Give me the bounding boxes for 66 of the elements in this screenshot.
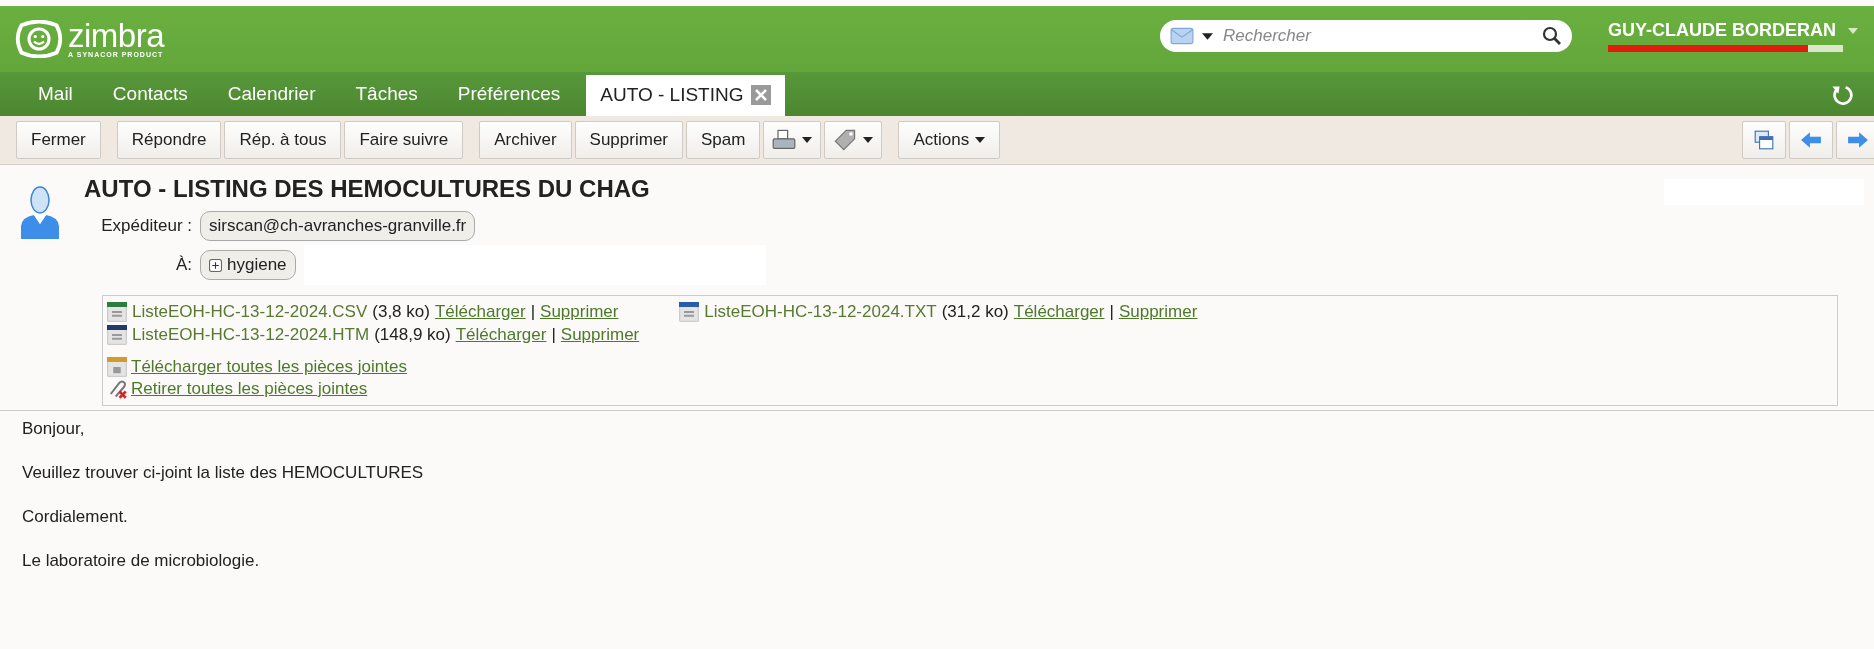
message-subject: AUTO - LISTING DES HEMOCULTURES DU CHAG <box>84 175 651 203</box>
envelope-icon <box>1170 27 1194 45</box>
new-window-button[interactable] <box>1742 121 1786 159</box>
app-tab[interactable]: Tâches <box>335 83 438 116</box>
toolbar-button[interactable]: Rép. à tous <box>224 121 342 159</box>
file-size: (148,9 ko) <box>374 325 451 345</box>
previous-button[interactable] <box>1789 121 1833 159</box>
separator: | <box>551 325 556 345</box>
field-label: Expéditeur : <box>100 216 192 236</box>
zip-icon <box>107 357 127 377</box>
attachment-name[interactable]: ListeEOH-HC-13-12-2024.TXT <box>704 302 937 322</box>
body-paragraph: Le laboratoire de microbiologie. <box>22 551 261 571</box>
caret-icon[interactable] <box>1202 32 1213 40</box>
body-paragraph: Bonjour, <box>22 419 86 439</box>
search-bar[interactable]: Rechercher <box>1160 20 1572 52</box>
app-tab[interactable]: AUTO - LISTING <box>586 75 786 116</box>
download-link[interactable]: Télécharger <box>434 302 526 322</box>
toolbar-button[interactable]: Fermer <box>16 121 101 159</box>
user-name[interactable]: GUY-CLAUDE BORDERAN <box>1608 20 1836 41</box>
remove-link[interactable]: Supprimer <box>1118 302 1198 322</box>
next-button[interactable] <box>1836 121 1874 159</box>
separator: | <box>1109 302 1114 322</box>
close-icon[interactable] <box>751 85 772 105</box>
caret-icon <box>975 137 986 143</box>
attachment-name[interactable]: ListeEOH-HC-13-12-2024.HTM <box>132 325 370 345</box>
file-icon <box>107 302 127 322</box>
app-tab[interactable]: Contacts <box>92 83 208 116</box>
caret-icon <box>802 137 813 143</box>
search-icon[interactable] <box>1542 26 1562 46</box>
download-link[interactable]: Télécharger <box>1013 302 1105 322</box>
file-size: (31,2 ko) <box>941 302 1009 322</box>
app-tab[interactable]: Préférences <box>437 83 581 116</box>
print-menu-button[interactable] <box>763 121 822 159</box>
body-paragraph: Veuillez trouver ci-joint la liste des HEMOCULTURES <box>22 463 425 483</box>
download-all-link[interactable]: Télécharger toutes les pièces jointes <box>131 357 407 377</box>
paperclip-remove-icon <box>107 379 127 399</box>
toolbar-button[interactable]: Supprimer <box>574 121 683 159</box>
toolbar-button[interactable]: Répondre <box>116 121 222 159</box>
actions-menu-button[interactable]: Actions <box>898 121 1001 159</box>
expand-icon[interactable] <box>209 258 222 272</box>
tag-icon <box>833 129 858 151</box>
caret-icon <box>863 137 874 143</box>
remove-link[interactable]: Supprimer <box>560 325 640 345</box>
separator: | <box>530 302 536 322</box>
smiley-logo-icon <box>14 20 64 58</box>
file-icon <box>679 302 700 322</box>
refresh-icon[interactable] <box>1830 83 1854 107</box>
windows-icon <box>1752 129 1776 151</box>
app-tab[interactable]: Mail <box>20 83 93 116</box>
tag-menu-button[interactable] <box>824 121 883 159</box>
printer-icon <box>772 129 797 151</box>
toolbar-button[interactable]: Archiver <box>479 121 572 159</box>
download-link[interactable]: Télécharger <box>455 325 547 345</box>
attachment-name[interactable]: ListeEOH-HC-13-12-2024.CSV <box>132 302 368 322</box>
toolbar-button[interactable]: Spam <box>686 121 761 159</box>
remove-link[interactable]: Supprimer <box>540 302 619 322</box>
address-bubble[interactable]: hygiene <box>200 250 296 280</box>
toolbar-button[interactable]: Faire suivre <box>344 121 464 159</box>
address-bubble[interactable]: sirscan@ch-avranches-granville.fr <box>200 211 476 241</box>
file-size: (3,8 ko) <box>372 302 430 322</box>
field-label: À: <box>174 255 192 275</box>
search-field[interactable]: Rechercher <box>1221 25 1534 47</box>
app-tab[interactable]: Calendrier <box>207 83 336 116</box>
body-paragraph: Cordialement. <box>22 507 129 527</box>
remove-all-link[interactable]: Retirer toutes les pièces jointes <box>131 379 368 399</box>
file-icon <box>107 325 127 345</box>
